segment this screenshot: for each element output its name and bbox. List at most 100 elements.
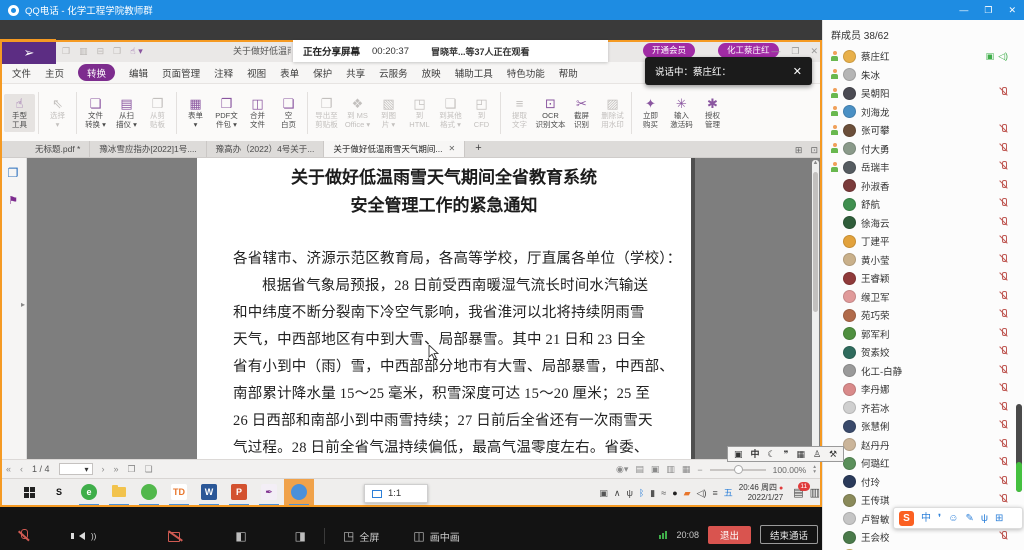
from-clipboard-button[interactable]: ❐从剪贴板 (142, 94, 173, 132)
ime-punct-icon[interactable]: ❞ (784, 449, 789, 459)
export-clipboard-button[interactable]: ❐导出至剪贴板 (311, 94, 342, 132)
to-html-button[interactable]: ◳到HTML (404, 94, 435, 132)
pdf-minimize-icon[interactable]: — (771, 46, 780, 56)
sogou-pen-icon[interactable]: ✎ (965, 513, 973, 524)
print-icon[interactable]: ⊟ (97, 46, 105, 57)
save-icon[interactable]: ▥ (79, 46, 88, 57)
wegame-icon[interactable]: 五 (724, 488, 733, 498)
member-row[interactable]: 赵丹丹 (823, 436, 1024, 455)
pdf-close-icon[interactable]: ✕ (810, 46, 818, 57)
zoom-slider[interactable] (710, 469, 766, 471)
member-row[interactable]: 孙淑香 (823, 177, 1024, 196)
member-row[interactable]: 朱冰 (823, 66, 1024, 85)
view-mode-4-icon[interactable]: ▦ (682, 464, 691, 475)
next-page-icon[interactable]: › (102, 464, 105, 474)
document-tab-2[interactable]: 豫冰雪应指办[2022]1号.... (90, 141, 206, 157)
sogou-mic-icon[interactable]: ψ (981, 513, 988, 524)
ribbon-tab-14[interactable]: 特色功能 (507, 66, 545, 80)
open-membership-button[interactable]: 开通会员 (643, 43, 695, 58)
first-page-icon[interactable]: « (6, 464, 11, 474)
account-button[interactable]: 化工蔡庄红 (718, 43, 779, 58)
message-tray-icon[interactable]: ▤ 11 (793, 486, 803, 499)
sogou-input-app[interactable]: S (44, 479, 74, 506)
tab-close-icon[interactable]: ✕ (449, 141, 456, 157)
member-row[interactable]: 丁建平 (823, 232, 1024, 251)
whiteboard-button[interactable]: ◨ (295, 529, 306, 543)
fd-tray-icon[interactable]: ▰ (684, 488, 691, 498)
restore-icon[interactable]: ❐ (984, 5, 992, 16)
member-row[interactable]: 李丹娜 (823, 380, 1024, 399)
prev-page-icon[interactable]: ‹ (20, 464, 23, 474)
notes-tray-icon[interactable]: ▥ (810, 486, 820, 499)
member-row[interactable]: 蔡庄红▣◁) (823, 47, 1024, 66)
ribbon-tab-6[interactable]: 注释 (214, 66, 233, 80)
member-row[interactable]: 刘海龙 (823, 103, 1024, 122)
member-row[interactable]: 郭军利 (823, 325, 1024, 344)
foxit-pdf[interactable]: ✒ (254, 479, 284, 506)
screenshot-ocr-button[interactable]: ✂截屏识别 (566, 94, 597, 132)
zoom-slider-knob[interactable] (734, 465, 743, 474)
hand-tool-button[interactable]: ☝手型工具 (4, 94, 35, 132)
browser-360[interactable]: e (74, 479, 104, 506)
zoom-spinner-icons[interactable]: ▴▾ (813, 465, 816, 475)
ime-tools-icon[interactable]: ⚒ (829, 449, 837, 459)
camera-button[interactable] (168, 531, 183, 542)
zoom-out-icon[interactable]: − (697, 465, 702, 475)
ribbon-tab-13[interactable]: 辅助工具 (455, 66, 493, 80)
battery-icon[interactable]: ▮ (650, 488, 655, 498)
ocr-text-button[interactable]: ⊡OCR识别文本 (535, 94, 566, 132)
powerpoint[interactable]: P (224, 479, 254, 506)
taskbar-clock[interactable]: 20:46 周四 ● 2022/1/27 (739, 483, 787, 502)
member-row[interactable]: 贺素姣 (823, 343, 1024, 362)
sogou-punct-icon[interactable]: ❜ (938, 513, 941, 524)
remove-watermark-button[interactable]: ▨删除试用水印 (597, 94, 628, 132)
ribbon-tab-7[interactable]: 视图 (247, 66, 266, 80)
ime-fullhalf-icon[interactable]: ☾ (768, 449, 776, 459)
file-explorer[interactable] (104, 479, 134, 506)
document-tab-1[interactable]: 无标题.pdf * (26, 141, 90, 157)
member-row[interactable]: 化工-白静 (823, 362, 1024, 381)
single-page-view-icon[interactable]: ❐ (128, 464, 136, 475)
page-thumbnails-icon[interactable]: ❐ (8, 166, 19, 180)
document-scrollbar[interactable]: ▲ (812, 160, 819, 456)
sogou-emoji-icon[interactable]: ☺ (948, 513, 958, 524)
member-row[interactable]: 吴朝阳 (823, 84, 1024, 103)
license-manage-button[interactable]: ✱授权管理 (697, 94, 728, 132)
member-row[interactable]: 缑卫军 (823, 288, 1024, 307)
ribbon-tab-10[interactable]: 共享 (346, 66, 365, 80)
member-row[interactable]: 张可攀 (823, 121, 1024, 140)
speaker-button[interactable]: )) (71, 532, 96, 541)
minimize-icon[interactable]: — (959, 5, 968, 16)
ime-user-icon[interactable]: ♙ (813, 449, 821, 459)
sidebar-scrollbar[interactable] (1016, 404, 1022, 492)
enter-activation-button[interactable]: ✳输入激活码 (666, 94, 697, 132)
start-button[interactable] (14, 479, 44, 506)
close-icon[interactable]: ✕ (1008, 5, 1016, 16)
member-row[interactable]: 徐海云 (823, 214, 1024, 233)
mute-mic-button[interactable] (18, 529, 29, 543)
sogou-toolbox-icon[interactable]: ⊞ (995, 513, 1003, 524)
form-button[interactable]: ▦表单▾ (180, 94, 211, 132)
rotate-view-icon[interactable]: ◉▾ (616, 464, 628, 475)
new-doc-icon[interactable]: ❐ (113, 46, 121, 57)
sogou-logo-icon[interactable]: S (899, 511, 914, 526)
member-row[interactable]: 付大勇 (823, 140, 1024, 159)
member-row[interactable]: 付玲 (823, 473, 1024, 492)
qq-tray-icon[interactable]: ● (672, 488, 677, 498)
bluetooth-icon[interactable]: ᛒ (639, 488, 644, 498)
mic-icon[interactable]: ψ (626, 488, 632, 498)
end-call-button[interactable]: 结束通话 (760, 525, 818, 544)
ribbon-tab-2[interactable]: 主页 (45, 66, 64, 80)
to-image-button[interactable]: ▧到图片 ▾ (373, 94, 404, 132)
ribbon-tab-12[interactable]: 放映 (422, 66, 441, 80)
exit-button[interactable]: 退出 (708, 526, 751, 544)
view-mode-3-icon[interactable]: ▥ (666, 464, 675, 475)
member-row[interactable]: 王会校 (823, 528, 1024, 547)
from-scanner-button[interactable]: ▤从扫描仪 ▾ (111, 94, 142, 132)
qq-call-app[interactable] (284, 479, 314, 506)
member-row[interactable]: 齐若冰 (823, 399, 1024, 418)
document-tab-4[interactable]: 关于做好低温雨雪天气期间...✕ (324, 141, 465, 157)
tongdaxin-td[interactable]: TD (164, 479, 194, 506)
pdf-package-button[interactable]: ❒PDF文件包 ▾ (211, 94, 242, 132)
network-icon[interactable]: ≡ (712, 488, 717, 498)
